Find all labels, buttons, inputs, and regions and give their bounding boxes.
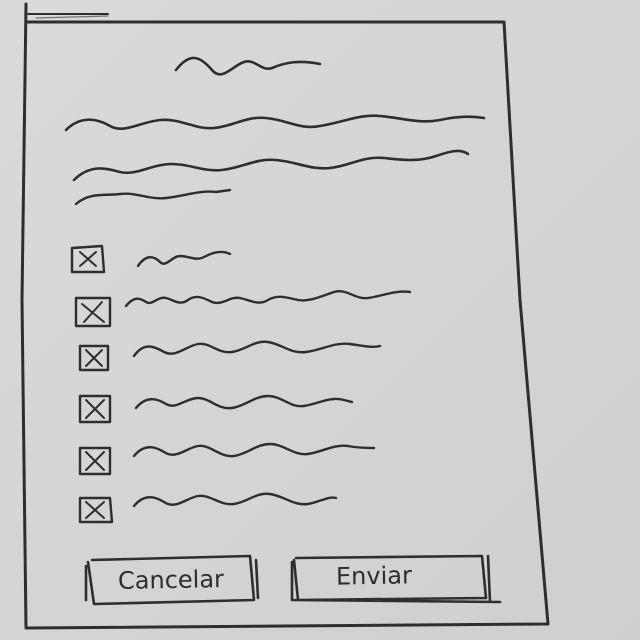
checkbox-5-label-scribble [132,442,376,458]
description-line-3 [74,188,232,206]
checkbox-row-6[interactable] [78,492,338,524]
description-line-1 [64,114,486,132]
wireframe-sketch [20,2,550,630]
checkbox-row-3[interactable] [78,340,382,372]
checkbox-row-4[interactable] [78,394,354,424]
checkbox-1-check-icon [79,251,97,267]
dialog-title-scribble [174,56,322,76]
checkbox-5-check-icon [85,451,105,471]
dialog-frame [20,2,550,630]
description-line-2 [72,149,470,182]
checkbox-4-check-icon [85,399,105,419]
checkbox-3-check-icon [85,349,103,367]
checkbox-1-label-scribble [136,250,232,268]
cancel-button-label[interactable]: Cancelar [118,565,224,595]
checkbox-3-label-scribble [132,340,382,358]
checkbox-list [70,244,412,524]
checkbox-4-label-scribble [134,394,354,410]
checkbox-6-check-icon [85,501,105,519]
checkbox-row-1[interactable] [70,244,232,274]
send-button-label[interactable]: Enviar [336,561,412,590]
checkbox-2-label-scribble [124,289,412,308]
window-top-edge-faint [35,15,109,19]
checkbox-row-5[interactable] [78,442,376,476]
checkbox-row-2[interactable] [74,289,412,328]
checkbox-6-label-scribble [132,492,338,508]
checkbox-2-check-icon [81,301,105,323]
